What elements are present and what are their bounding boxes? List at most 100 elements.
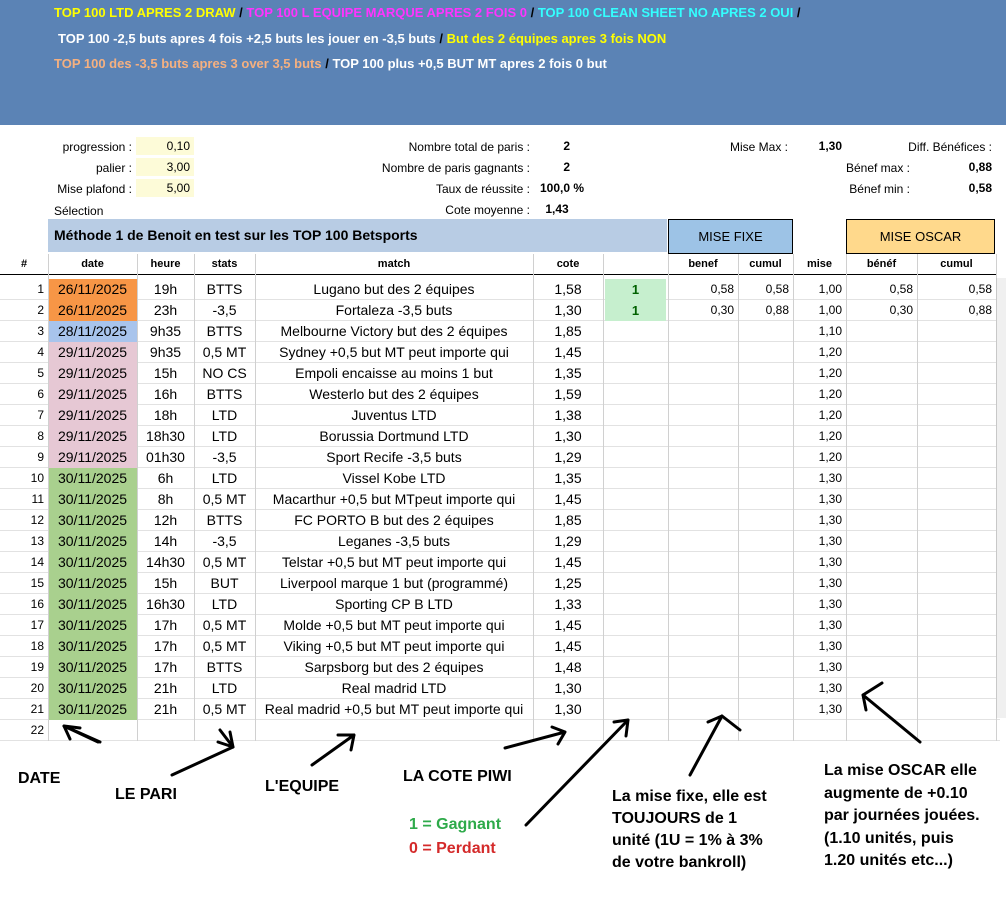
cell-cote-row-10[interactable]: 1,35	[533, 468, 603, 489]
cell-n-row-17[interactable]: 17	[0, 615, 48, 636]
cell-cumul2-row-18[interactable]	[917, 636, 996, 657]
cell-cumul2-row-13[interactable]	[917, 531, 996, 552]
cell-mise-row-2[interactable]: 1,00	[793, 300, 846, 321]
cell-heure-row-6[interactable]: 16h	[137, 384, 194, 405]
cell-stats-row-1[interactable]: BTTS	[194, 279, 255, 300]
cell-cumul-row-19[interactable]	[738, 657, 793, 678]
cell-heure-row-18[interactable]: 17h	[137, 636, 194, 657]
cell-cumul-row-7[interactable]	[738, 405, 793, 426]
cell-cote-row-6[interactable]: 1,59	[533, 384, 603, 405]
cell-n-row-3[interactable]: 3	[0, 321, 48, 342]
cell-match-row-2[interactable]: Fortaleza -3,5 buts	[255, 300, 533, 321]
cell-mise-row-4[interactable]: 1,20	[793, 342, 846, 363]
cell-cumul2-row-6[interactable]	[917, 384, 996, 405]
cell-cumul2-row-16[interactable]	[917, 594, 996, 615]
cell-cumul2-row-14[interactable]	[917, 552, 996, 573]
cell-benef2-row-4[interactable]	[846, 342, 917, 363]
cell-result-row-14[interactable]	[603, 552, 668, 573]
cell-benef-row-6[interactable]	[668, 384, 738, 405]
cell-mise-row-1[interactable]: 1,00	[793, 279, 846, 300]
cell-match-row-12[interactable]: FC PORTO B but des 2 équipes	[255, 510, 533, 531]
palier-value[interactable]: 3,00	[136, 158, 194, 176]
cell-cote-row-17[interactable]: 1,45	[533, 615, 603, 636]
cell-heure-row-8[interactable]: 18h30	[137, 426, 194, 447]
cell-cote-row-11[interactable]: 1,45	[533, 489, 603, 510]
cell-benef-row-9[interactable]	[668, 447, 738, 468]
cell-benef2-row-10[interactable]	[846, 468, 917, 489]
cell-mise-row-10[interactable]: 1,30	[793, 468, 846, 489]
cell-result-row-18[interactable]	[603, 636, 668, 657]
cell-match-row-9[interactable]: Sport Recife -3,5 buts	[255, 447, 533, 468]
cell-stats-row-6[interactable]: BTTS	[194, 384, 255, 405]
cell-cote-row-15[interactable]: 1,25	[533, 573, 603, 594]
cell-result-row-9[interactable]	[603, 447, 668, 468]
cell-stats-row-18[interactable]: 0,5 MT	[194, 636, 255, 657]
cell-cote-row-20[interactable]: 1,30	[533, 678, 603, 699]
cell-cote-row-9[interactable]: 1,29	[533, 447, 603, 468]
cell-mise-row-7[interactable]: 1,20	[793, 405, 846, 426]
cell-mise-row-8[interactable]: 1,20	[793, 426, 846, 447]
cell-result-row-13[interactable]	[603, 531, 668, 552]
cell-cumul-row-11[interactable]	[738, 489, 793, 510]
cell-match-row-16[interactable]: Sporting CP B LTD	[255, 594, 533, 615]
cell-heure-row-12[interactable]: 12h	[137, 510, 194, 531]
cell-benef-row-14[interactable]	[668, 552, 738, 573]
cell-benef-row-18[interactable]	[668, 636, 738, 657]
cell-cumul-row-17[interactable]	[738, 615, 793, 636]
cell-benef2-row-5[interactable]	[846, 363, 917, 384]
cell-date-row-16[interactable]: 30/11/2025	[48, 594, 137, 615]
cell-mise-row-15[interactable]: 1,30	[793, 573, 846, 594]
cell-match-row-21[interactable]: Real madrid +0,5 but MT peut importe qui	[255, 699, 533, 720]
cell-benef-row-21[interactable]	[668, 699, 738, 720]
cell-mise-row-11[interactable]: 1,30	[793, 489, 846, 510]
cell-cumul2-row-15[interactable]	[917, 573, 996, 594]
cell-n-row-6[interactable]: 6	[0, 384, 48, 405]
cell-benef-row-8[interactable]	[668, 426, 738, 447]
cell-cote-row-1[interactable]: 1,58	[533, 279, 603, 300]
cell-benef2-row-6[interactable]	[846, 384, 917, 405]
cell-cumul2-row-3[interactable]	[917, 321, 996, 342]
cell-stats-row-8[interactable]: LTD	[194, 426, 255, 447]
cell-result-row-1[interactable]: 1	[605, 279, 666, 300]
cell-date-row-1[interactable]: 26/11/2025	[48, 279, 137, 300]
progression-value[interactable]: 0,10	[136, 137, 194, 155]
cell-cote-row-4[interactable]: 1,45	[533, 342, 603, 363]
cell-cote-row-8[interactable]: 1,30	[533, 426, 603, 447]
cell-heure-row-19[interactable]: 17h	[137, 657, 194, 678]
cell-match-row-1[interactable]: Lugano but des 2 équipes	[255, 279, 533, 300]
cell-heure-row-7[interactable]: 18h	[137, 405, 194, 426]
cell-n-row-14[interactable]: 14	[0, 552, 48, 573]
cell-result-row-19[interactable]	[603, 657, 668, 678]
cell-match-row-19[interactable]: Sarpsborg but des 2 équipes	[255, 657, 533, 678]
cell-benef-row-13[interactable]	[668, 531, 738, 552]
mise-plafond-value[interactable]: 5,00	[136, 179, 194, 197]
cell-cumul2-row-10[interactable]	[917, 468, 996, 489]
cell-benef-row-7[interactable]	[668, 405, 738, 426]
cell-date-row-13[interactable]: 30/11/2025	[48, 531, 137, 552]
cell-n-row-13[interactable]: 13	[0, 531, 48, 552]
cell-mise-row-3[interactable]: 1,10	[793, 321, 846, 342]
cell-match-row-13[interactable]: Leganes -3,5 buts	[255, 531, 533, 552]
cell-cumul2-row-9[interactable]	[917, 447, 996, 468]
cell-match-row-10[interactable]: Vissel Kobe LTD	[255, 468, 533, 489]
cell-cote-row-12[interactable]: 1,85	[533, 510, 603, 531]
cell-date-row-5[interactable]: 29/11/2025	[48, 363, 137, 384]
cell-stats-row-20[interactable]: LTD	[194, 678, 255, 699]
cell-cumul2-row-4[interactable]	[917, 342, 996, 363]
cell-date-row-17[interactable]: 30/11/2025	[48, 615, 137, 636]
cell-stats-row-2[interactable]: -3,5	[194, 300, 255, 321]
cell-cumul-row-4[interactable]	[738, 342, 793, 363]
cell-match-row-8[interactable]: Borussia Dortmund LTD	[255, 426, 533, 447]
cell-result-row-16[interactable]	[603, 594, 668, 615]
cell-date-row-15[interactable]: 30/11/2025	[48, 573, 137, 594]
cell-benef2-row-7[interactable]	[846, 405, 917, 426]
cell-result-row-10[interactable]	[603, 468, 668, 489]
cell-result-row-12[interactable]	[603, 510, 668, 531]
cell-benef2-row-2[interactable]: 0,30	[846, 300, 917, 321]
cell-result-row-11[interactable]	[603, 489, 668, 510]
cell-stats-row-7[interactable]: LTD	[194, 405, 255, 426]
cell-heure-row-5[interactable]: 15h	[137, 363, 194, 384]
cell-n-row-7[interactable]: 7	[0, 405, 48, 426]
cell-stats-row-12[interactable]: BTTS	[194, 510, 255, 531]
cell-stats-row-19[interactable]: BTTS	[194, 657, 255, 678]
